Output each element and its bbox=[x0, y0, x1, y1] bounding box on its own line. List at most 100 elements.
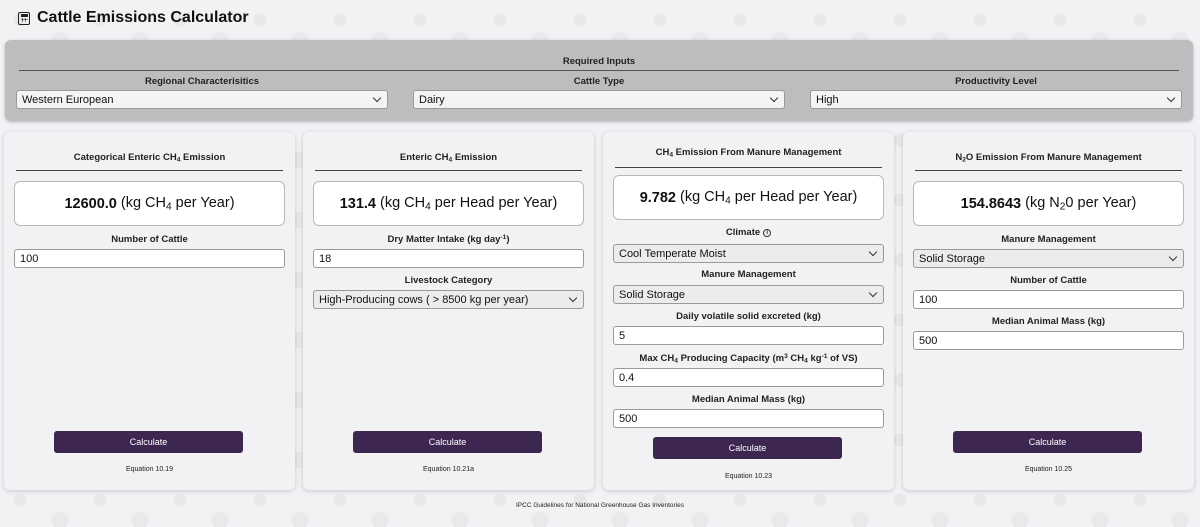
regional-select-value: Western European bbox=[22, 93, 114, 106]
cattle-type-select[interactable]: Dairy bbox=[413, 90, 785, 109]
result-unit-post: per Head per Year) bbox=[430, 194, 558, 211]
dry-matter-intake-label: Dry Matter Intake (kg day-1) bbox=[303, 234, 594, 245]
chevron-down-icon bbox=[372, 93, 382, 103]
manure-management-label: Manure Management bbox=[1001, 234, 1096, 245]
productivity-group: Productivity Level High bbox=[810, 76, 1182, 109]
equation-label: Equation 10.21a bbox=[423, 466, 474, 473]
chevron-down-icon bbox=[1166, 93, 1176, 103]
chevron-down-icon bbox=[769, 93, 779, 103]
divider bbox=[615, 167, 882, 168]
livestock-category-select[interactable]: High-Producing cows ( > 8500 kg per year… bbox=[313, 290, 584, 309]
card-title: N2O Emission From Manure Management bbox=[903, 152, 1194, 164]
equation-label: Equation 10.25 bbox=[1024, 466, 1073, 473]
max-producing-capacity-input[interactable]: 0.4 bbox=[613, 368, 884, 387]
card-title-text-post: O Emission From Manure Management bbox=[965, 152, 1142, 163]
divider bbox=[315, 170, 582, 171]
info-icon[interactable]: i bbox=[763, 229, 772, 237]
result-box: 9.782 (kg CH4 per Head per Year) bbox=[613, 175, 884, 220]
regional-label: Regional Characterisitics bbox=[144, 76, 260, 87]
app-title: Cattle Emissions Calculator bbox=[18, 9, 249, 27]
enteric-ch4-card: Enteric CH4 Emission 131.4 (kg CH4 per H… bbox=[303, 132, 594, 490]
median-animal-mass-label: Median Animal Mass (kg) bbox=[991, 316, 1106, 327]
card-title: CH4 Emission From Manure Management bbox=[603, 147, 894, 159]
cattle-type-select-value: Dairy bbox=[419, 93, 445, 106]
manure-ch4-card: CH4 Emission From Manure Management 9.78… bbox=[603, 132, 894, 490]
median-animal-mass-input[interactable]: 500 bbox=[613, 409, 884, 428]
result-unit-pre: (kg CH bbox=[379, 194, 426, 211]
manure-management-value: Solid Storage bbox=[619, 288, 686, 301]
climate-label-text: Climate bbox=[725, 227, 761, 238]
app-title-text: Cattle Emissions Calculator bbox=[37, 9, 249, 26]
manure-n2o-card: N2O Emission From Manure Management 154.… bbox=[903, 132, 1194, 490]
number-of-cattle-label: Number of Cattle bbox=[1010, 275, 1087, 286]
divider bbox=[915, 170, 1182, 171]
result-value: 131.4 bbox=[339, 195, 376, 212]
divider bbox=[19, 70, 1179, 71]
chevron-down-icon bbox=[868, 247, 878, 257]
result-unit-post: per Year) bbox=[171, 194, 235, 211]
dry-matter-intake-input[interactable]: 18 bbox=[313, 249, 584, 268]
result-value: 9.782 bbox=[639, 189, 676, 206]
result-unit-pre: (kg CH bbox=[679, 188, 726, 205]
max-label-pre: Max CH bbox=[639, 353, 675, 364]
max-label-mid: Producing Capacity (m bbox=[677, 353, 785, 364]
result-box: 154.8643 (kg N20 per Year) bbox=[913, 181, 1184, 226]
number-of-cattle-input[interactable]: 100 bbox=[913, 290, 1184, 309]
cattle-type-label: Cattle Type bbox=[573, 76, 625, 87]
regional-group: Regional Characterisitics Western Europe… bbox=[16, 76, 388, 109]
card-title: Categorical Enteric CH4 Emission bbox=[4, 152, 295, 164]
max-label-post: of VS) bbox=[827, 353, 858, 364]
volatile-solid-label: Daily volatile solid excreted (kg) bbox=[676, 311, 821, 322]
climate-select-value: Cool Temperate Moist bbox=[619, 247, 726, 260]
number-of-cattle-input[interactable]: 100 bbox=[14, 249, 285, 268]
median-animal-mass-label: Median Animal Mass (kg) bbox=[691, 394, 806, 405]
result-unit: (kg CH4 per Head per Year) bbox=[680, 189, 857, 207]
result-box: 12600.0 (kg CH4 per Year) bbox=[14, 181, 285, 226]
calculate-button[interactable]: Calculate bbox=[653, 437, 842, 459]
median-animal-mass-input[interactable]: 500 bbox=[913, 331, 1184, 350]
required-inputs-title: Required Inputs bbox=[562, 56, 636, 67]
max-label-mid2: CH bbox=[787, 353, 805, 364]
calculate-button[interactable]: Calculate bbox=[54, 431, 243, 453]
card-title-text: CH bbox=[655, 147, 670, 158]
livestock-category-value: High-Producing cows ( > 8500 kg per year… bbox=[319, 293, 529, 306]
manure-management-label: Manure Management bbox=[701, 269, 796, 280]
calculator-icon bbox=[18, 11, 30, 25]
card-title-text-post: Emission bbox=[452, 152, 498, 163]
card-title-text-post: Emission bbox=[180, 152, 226, 163]
result-unit-post: 0 per Year) bbox=[1065, 194, 1137, 211]
chevron-down-icon bbox=[868, 288, 878, 298]
climate-select[interactable]: Cool Temperate Moist bbox=[613, 244, 884, 263]
productivity-select[interactable]: High bbox=[810, 90, 1182, 109]
number-of-cattle-label: Number of Cattle bbox=[111, 234, 188, 245]
card-title: Enteric CH4 Emission bbox=[303, 152, 594, 164]
calculate-button[interactable]: Calculate bbox=[353, 431, 542, 453]
result-value: 154.8643 bbox=[960, 195, 1022, 212]
result-unit-pre: (kg N bbox=[1025, 194, 1060, 211]
calculate-button[interactable]: Calculate bbox=[953, 431, 1142, 453]
card-title-text: Categorical Enteric CH bbox=[73, 152, 177, 163]
card-title-text: Enteric CH bbox=[399, 152, 449, 163]
required-inputs-panel: Required Inputs Regional Characterisitic… bbox=[5, 40, 1193, 121]
climate-label: Climate i bbox=[603, 227, 894, 238]
result-unit: (kg N20 per Year) bbox=[1025, 195, 1136, 213]
manure-management-select[interactable]: Solid Storage bbox=[613, 285, 884, 304]
footer-citation: IPCC Guidelines for National Greenhouse … bbox=[515, 502, 684, 509]
max-label-mid3: kg bbox=[807, 353, 822, 364]
regional-select[interactable]: Western European bbox=[16, 90, 388, 109]
volatile-solid-input[interactable]: 5 bbox=[613, 326, 884, 345]
equation-label: Equation 10.19 bbox=[125, 466, 174, 473]
result-value: 12600.0 bbox=[64, 195, 117, 212]
categorical-enteric-card: Categorical Enteric CH4 Emission 12600.0… bbox=[4, 132, 295, 490]
dmi-label-post: ) bbox=[506, 234, 510, 245]
productivity-label: Productivity Level bbox=[955, 76, 1037, 87]
result-unit: (kg CH4 per Head per Year) bbox=[380, 195, 557, 213]
chevron-down-icon bbox=[568, 293, 578, 303]
equation-label: Equation 10.23 bbox=[724, 473, 773, 480]
manure-management-select[interactable]: Solid Storage bbox=[913, 249, 1184, 268]
result-unit-pre: (kg CH bbox=[120, 194, 166, 211]
cattle-type-group: Cattle Type Dairy bbox=[413, 76, 785, 109]
max-producing-capacity-label: Max CH4 Producing Capacity (m3 CH4 kg-1 … bbox=[603, 353, 894, 365]
result-box: 131.4 (kg CH4 per Head per Year) bbox=[313, 181, 584, 226]
dmi-label-pre: Dry Matter Intake (kg day bbox=[387, 234, 501, 245]
